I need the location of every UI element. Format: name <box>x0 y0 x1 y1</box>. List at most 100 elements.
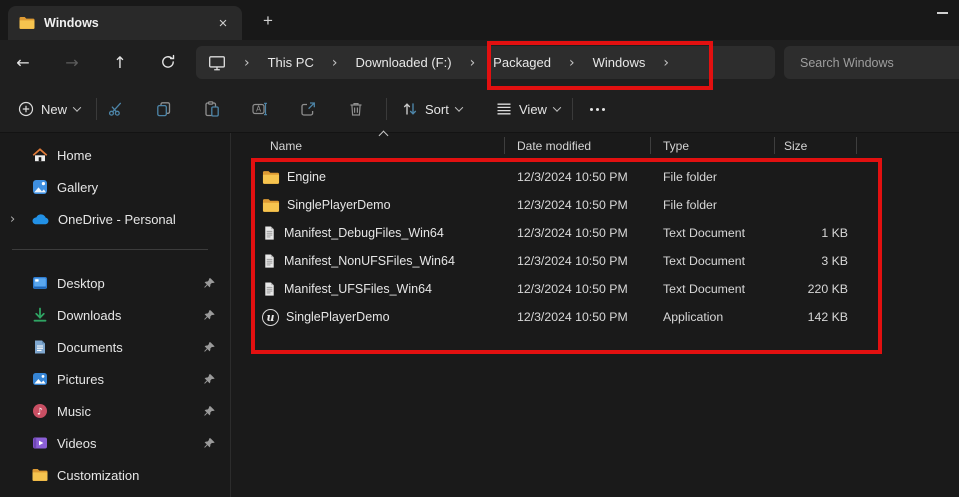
share-button[interactable] <box>292 93 324 125</box>
rename-button[interactable] <box>244 93 276 125</box>
gallery-icon <box>32 179 48 195</box>
folder-icon <box>19 16 35 30</box>
column-header-type[interactable]: Type <box>650 133 774 159</box>
close-tab-icon[interactable]: × <box>212 12 234 34</box>
pin-icon <box>203 373 216 386</box>
sort-arrows-icon <box>402 101 418 117</box>
file-row-singleplayerdemo-folder[interactable]: SinglePlayerDemo 12/3/2024 10:50 PM File… <box>252 191 856 219</box>
folder-icon <box>32 468 48 482</box>
file-date: 12/3/2024 10:50 PM <box>504 198 650 212</box>
new-button[interactable]: New <box>8 93 90 125</box>
back-button[interactable]: ← <box>7 47 39 77</box>
sidebar-item-gallery[interactable]: Gallery <box>0 171 240 203</box>
chevron-right-icon[interactable]: › <box>244 55 250 71</box>
minimize-icon <box>937 12 948 14</box>
file-type: Text Document <box>650 226 774 240</box>
file-date: 12/3/2024 10:50 PM <box>504 254 650 268</box>
more-options-button[interactable] <box>580 93 615 125</box>
cut-button[interactable] <box>100 93 132 125</box>
pin-icon <box>203 277 216 290</box>
chevron-down-icon <box>553 103 561 111</box>
chevron-right-icon[interactable]: › <box>332 55 338 71</box>
file-name: SinglePlayerDemo <box>286 310 390 324</box>
videos-icon <box>32 435 48 451</box>
tab-title: Windows <box>44 16 212 30</box>
file-size: 3 KB <box>774 254 856 268</box>
sidebar-item-documents[interactable]: Documents <box>0 331 240 363</box>
column-header-name[interactable]: Name <box>252 133 504 159</box>
file-row-manifest-debugfiles[interactable]: Manifest_DebugFiles_Win64 12/3/2024 10:5… <box>252 219 856 247</box>
chevron-expand-icon[interactable]: › <box>10 203 15 235</box>
file-size: 220 KB <box>774 282 856 296</box>
file-name: Manifest_DebugFiles_Win64 <box>284 226 444 240</box>
sidebar-item-music[interactable]: Music <box>0 395 240 427</box>
cut-icon <box>108 101 124 117</box>
sort-ascending-icon <box>379 131 389 141</box>
sidebar-item-desktop[interactable]: Desktop <box>0 267 240 299</box>
new-plus-icon <box>18 101 34 117</box>
file-row-manifest-ufsfiles[interactable]: Manifest_UFSFiles_Win64 12/3/2024 10:50 … <box>252 275 856 303</box>
file-row-engine[interactable]: Engine 12/3/2024 10:50 PM File folder <box>252 163 856 191</box>
pictures-icon <box>32 371 48 387</box>
chevron-right-icon[interactable]: › <box>470 55 476 71</box>
file-size: 1 KB <box>774 226 856 240</box>
new-tab-button[interactable]: + <box>256 10 280 32</box>
sidebar-item-pictures[interactable]: Pictures <box>0 363 240 395</box>
file-type: Application <box>650 310 774 324</box>
sidebar-item-customization[interactable]: Customization <box>0 459 240 491</box>
delete-button[interactable] <box>340 93 372 125</box>
refresh-icon <box>160 54 176 70</box>
breadcrumb-item-windows[interactable]: Windows <box>593 55 646 70</box>
paste-icon <box>204 101 220 117</box>
sidebar-item-videos[interactable]: Videos <box>0 427 240 459</box>
this-pc-icon[interactable] <box>208 54 226 72</box>
chevron-right-icon[interactable]: › <box>663 55 669 71</box>
command-bar: New Sort <box>0 85 959 133</box>
home-icon <box>32 147 48 163</box>
file-name: SinglePlayerDemo <box>287 198 391 212</box>
onedrive-icon <box>32 214 49 225</box>
pin-icon <box>203 405 216 418</box>
breadcrumb-item-drive[interactable]: Downloaded (F:) <box>355 55 451 70</box>
column-divider[interactable] <box>504 137 505 154</box>
copy-button[interactable] <box>148 93 180 125</box>
sidebar-item-label: Gallery <box>57 180 98 195</box>
sidebar-item-label: Pictures <box>57 372 104 387</box>
sidebar-item-home[interactable]: Home <box>0 139 240 171</box>
chevron-down-icon <box>455 103 463 111</box>
sort-button[interactable]: Sort <box>392 93 472 125</box>
sort-button-label: Sort <box>425 102 449 117</box>
refresh-button[interactable] <box>152 47 184 77</box>
minimize-button[interactable] <box>926 2 958 24</box>
file-type: File folder <box>650 198 774 212</box>
toolbar-divider <box>96 98 97 120</box>
column-header-date-modified[interactable]: Date modified <box>504 133 650 159</box>
file-row-singleplayerdemo-app[interactable]: SinglePlayerDemo 12/3/2024 10:50 PM Appl… <box>252 303 856 331</box>
file-date: 12/3/2024 10:50 PM <box>504 310 650 324</box>
breadcrumb: › This PC › Downloaded (F:) › Packaged ›… <box>196 46 775 79</box>
column-divider[interactable] <box>774 137 775 154</box>
music-icon <box>32 403 48 419</box>
explorer-tab[interactable]: Windows × <box>8 6 242 40</box>
breadcrumb-item-this-pc[interactable]: This PC <box>268 55 314 70</box>
paste-button[interactable] <box>196 93 228 125</box>
file-row-manifest-nonufsfiles[interactable]: Manifest_NonUFSFiles_Win64 12/3/2024 10:… <box>252 247 856 275</box>
forward-button[interactable]: → <box>56 47 88 77</box>
column-header-size[interactable]: Size <box>774 133 856 159</box>
new-button-label: New <box>41 102 67 117</box>
file-date: 12/3/2024 10:50 PM <box>504 282 650 296</box>
breadcrumb-item-packaged[interactable]: Packaged <box>493 55 551 70</box>
folder-icon <box>262 170 280 185</box>
search-input[interactable] <box>784 56 959 70</box>
sidebar-item-downloads[interactable]: Downloads <box>0 299 240 331</box>
column-divider[interactable] <box>650 137 651 154</box>
view-button-label: View <box>519 102 547 117</box>
chevron-right-icon[interactable]: › <box>569 55 575 71</box>
sidebar-item-onedrive[interactable]: › OneDrive - Personal <box>0 203 240 235</box>
up-button[interactable]: ↑ <box>104 47 136 77</box>
column-divider[interactable] <box>856 137 857 154</box>
view-button[interactable]: View <box>486 93 570 125</box>
file-list: Engine 12/3/2024 10:50 PM File folder Si… <box>252 163 856 331</box>
search-box[interactable] <box>784 46 959 79</box>
navigation-pane: Home Gallery › OneDrive - Personal Deskt… <box>0 133 240 497</box>
